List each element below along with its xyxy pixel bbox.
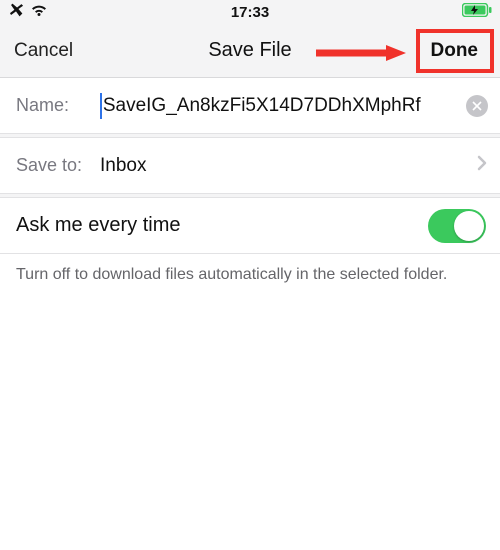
battery-charging-icon: [462, 3, 492, 21]
save-to-value: Inbox: [100, 155, 476, 177]
wifi-icon: [30, 4, 48, 21]
status-time: 17:33: [158, 4, 342, 21]
clear-text-button[interactable]: [466, 95, 488, 117]
ask-every-time-row: Ask me every time: [0, 198, 500, 254]
annotation-arrow-icon: [316, 45, 406, 61]
save-to-label: Save to:: [16, 155, 100, 176]
status-bar: 17:33: [0, 0, 500, 24]
close-icon: [472, 101, 482, 111]
nav-bar: Cancel Save File Done: [0, 24, 500, 78]
name-row[interactable]: Name:: [0, 78, 500, 134]
footer-help-text: Turn off to download files automatically…: [0, 254, 500, 296]
ask-every-time-toggle[interactable]: [428, 209, 486, 243]
save-to-row[interactable]: Save to: Inbox: [0, 138, 500, 194]
name-input[interactable]: [103, 95, 460, 117]
airplane-mode-icon: [8, 2, 24, 22]
cancel-button[interactable]: Cancel: [14, 40, 73, 62]
name-label: Name:: [16, 95, 100, 116]
text-cursor: [100, 93, 102, 119]
done-button[interactable]: Done: [423, 34, 487, 68]
toggle-knob: [454, 211, 484, 241]
chevron-right-icon: [476, 154, 488, 177]
ask-every-time-label: Ask me every time: [16, 214, 428, 237]
